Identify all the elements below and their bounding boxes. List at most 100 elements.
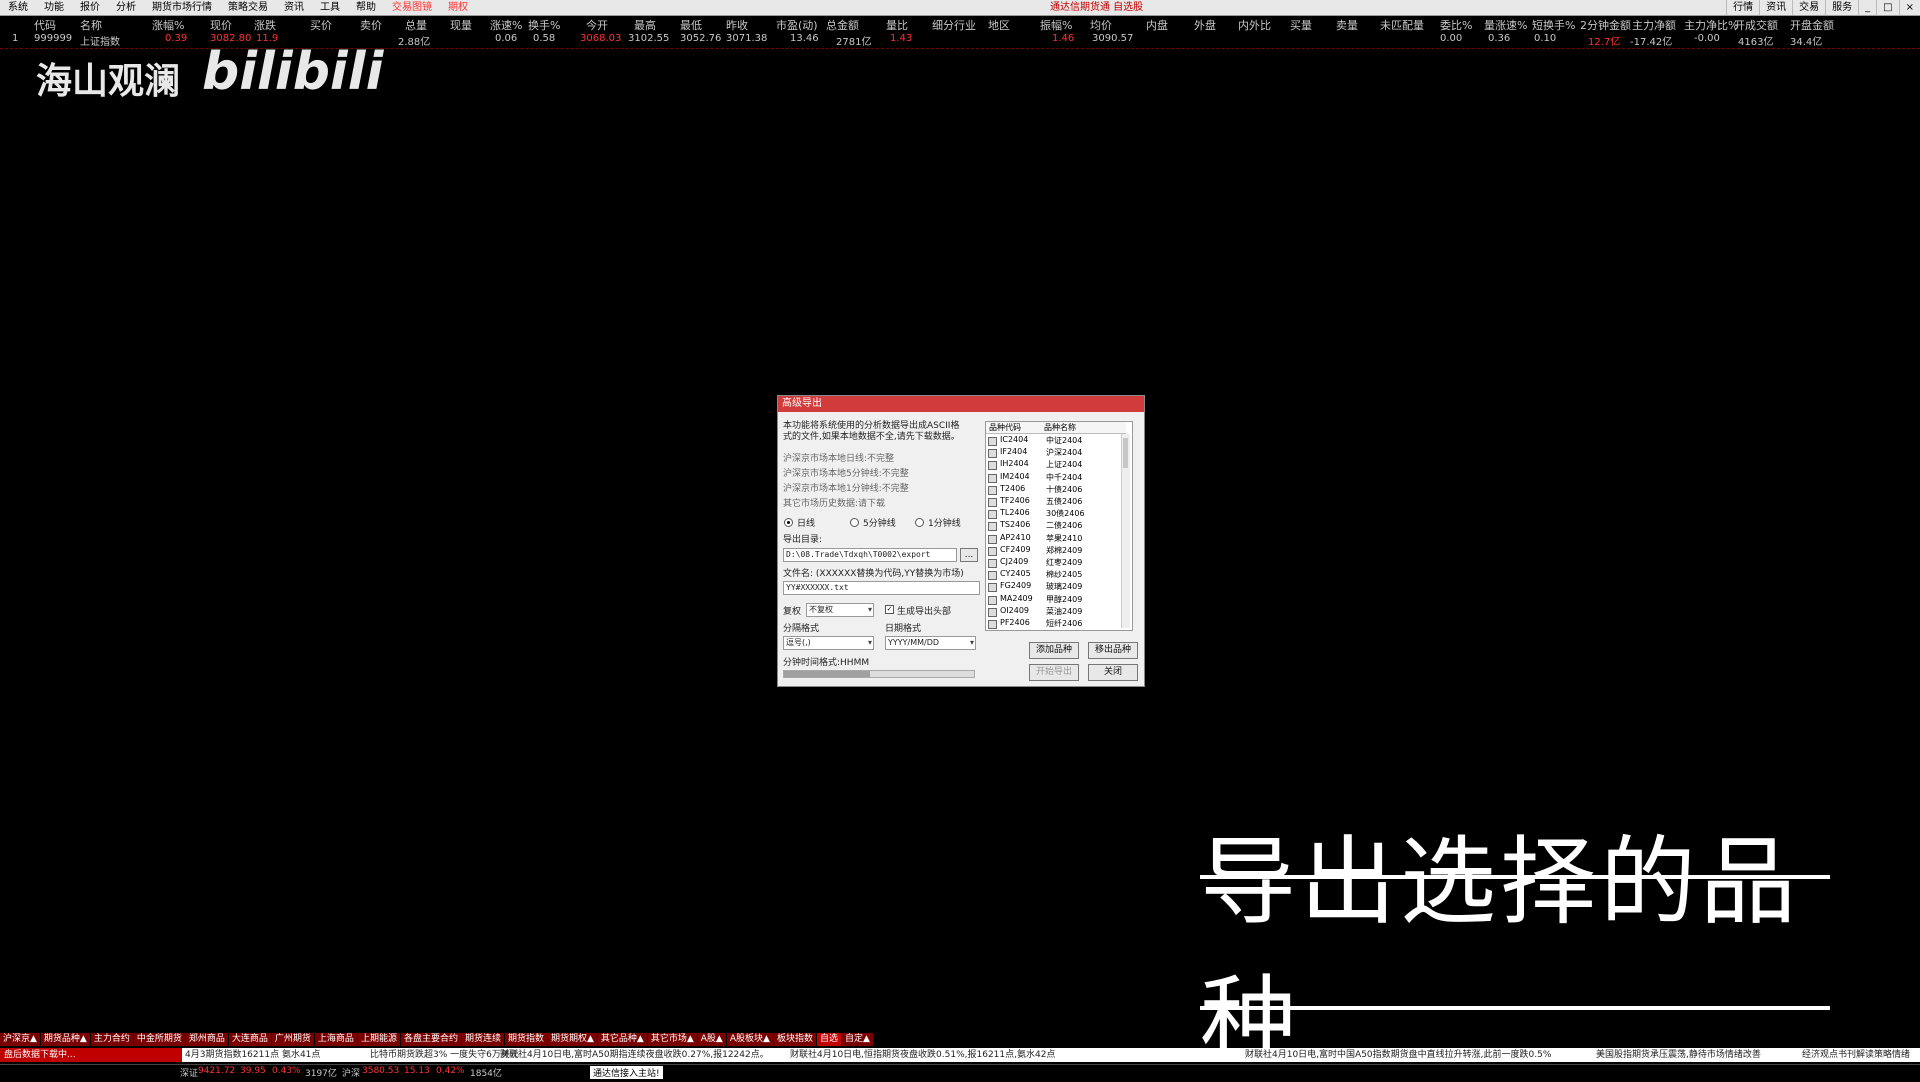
market-tab[interactable]: 主力合约 (90, 1033, 134, 1046)
column-header[interactable]: 外盘 (1194, 17, 1216, 33)
column-header[interactable]: 涨跌 (254, 17, 276, 33)
menu-right-news[interactable]: 资讯 (1759, 0, 1792, 15)
menu-analysis[interactable]: 分析 (108, 0, 144, 15)
news-item-6[interactable]: 美国股指期货承压震荡,静待市场情绪改善 (1596, 1048, 1761, 1062)
market-tab[interactable]: 期货期权▲ (548, 1033, 598, 1046)
index-a-label[interactable]: 深证 (180, 1066, 198, 1079)
minimize-button[interactable]: _ (1858, 0, 1876, 15)
news-item-5[interactable]: 财联社4月10日电,富时中国A50指数期货盘中直线拉升转涨,此前一度跌0.5% (1245, 1048, 1551, 1062)
symbol-checkbox-icon[interactable] (988, 473, 997, 483)
market-tab[interactable]: 期货指数 (504, 1033, 548, 1046)
remove-symbol-button[interactable]: 移出品种 (1088, 642, 1138, 659)
symbol-checkbox-icon[interactable] (988, 607, 997, 617)
symbol-checkbox-icon[interactable] (988, 522, 997, 532)
symbol-checkbox-icon[interactable] (988, 461, 997, 471)
column-header[interactable]: 买量 (1290, 17, 1312, 33)
symbol-list-item[interactable]: AP2410 苹果2410 (988, 533, 1124, 545)
browse-button[interactable]: ... (960, 548, 978, 562)
column-header[interactable]: 量涨速% (1484, 17, 1527, 33)
list-header-name[interactable]: 品种名称 (1044, 422, 1076, 433)
column-header[interactable]: 今开 (586, 17, 608, 33)
column-header[interactable]: 委比% (1440, 17, 1472, 33)
symbol-list-item[interactable]: OI2409 菜油2409 (988, 606, 1124, 618)
market-tab[interactable]: 其它市场▲ (647, 1033, 698, 1046)
symbol-checkbox-icon[interactable] (988, 437, 997, 446)
column-header[interactable]: 内盘 (1146, 17, 1168, 33)
list-scrollbar[interactable] (1121, 434, 1130, 628)
column-header[interactable]: 最高 (634, 17, 656, 33)
symbol-checkbox-icon[interactable] (988, 485, 997, 495)
market-tab[interactable]: 大连商品 (228, 1033, 272, 1046)
column-header[interactable]: 换手% (528, 17, 560, 33)
column-header[interactable]: 涨速% (490, 17, 522, 33)
fuquan-select[interactable]: 不复权 (806, 603, 874, 617)
column-header[interactable]: 开盘金额 (1790, 17, 1834, 33)
menu-system[interactable]: 系统 (0, 0, 36, 15)
symbol-checkbox-icon[interactable] (988, 583, 997, 593)
column-header[interactable]: 开成交额 (1734, 17, 1778, 33)
column-header[interactable]: 主力净比% (1684, 17, 1738, 33)
column-header[interactable]: 现价 (210, 17, 232, 33)
news-item-4[interactable]: 财联社4月10日电,恒指期货夜盘收跌0.51%,报16211点,氨水42点 (790, 1048, 1055, 1062)
menu-news[interactable]: 资讯 (276, 0, 312, 15)
menu-right-service[interactable]: 服务 (1825, 0, 1858, 15)
symbol-list-item[interactable]: TS2406 二债2406 (988, 520, 1124, 532)
news-item-3[interactable]: 财联社4月10日电,富时A50期指连续夜盘收跌0.27%,报12242点。 (500, 1048, 769, 1062)
add-symbol-button[interactable]: 添加品种 (1029, 642, 1079, 659)
symbol-list-item[interactable]: FG2409 玻璃2409 (988, 581, 1124, 593)
market-tab[interactable]: 其它品种▲ (597, 1033, 648, 1046)
symbol-list-item[interactable]: IC2404 中证2404 (988, 435, 1124, 447)
start-export-button[interactable]: 开始导出 (1029, 664, 1079, 681)
radio-1min[interactable] (915, 518, 924, 527)
menu-function[interactable]: 功能 (36, 0, 72, 15)
symbol-checkbox-icon[interactable] (988, 620, 997, 629)
date-select[interactable]: YYYY/MM/DD (885, 636, 976, 650)
column-header[interactable]: 市盈(动) (776, 17, 818, 33)
symbol-list-item[interactable]: TL2406 30债2406 (988, 508, 1124, 520)
radio-daily[interactable] (784, 518, 793, 527)
symbol-list-item[interactable]: T2406 十债2406 (988, 484, 1124, 496)
list-header-code[interactable]: 品种代码 (989, 422, 1021, 433)
menu-strategy[interactable]: 策略交易 (220, 0, 276, 15)
radio-5min[interactable] (850, 518, 859, 527)
market-tab[interactable]: 自选 (816, 1033, 842, 1046)
column-header[interactable]: 短换手% (1532, 17, 1575, 33)
column-header[interactable]: 买价 (310, 17, 332, 33)
symbol-checkbox-icon[interactable] (988, 546, 997, 556)
column-header[interactable]: 总金额 (826, 17, 859, 33)
market-tab[interactable]: 沪深京▲ (0, 1033, 41, 1046)
maximize-button[interactable]: □ (1876, 0, 1898, 15)
column-header[interactable]: 振幅% (1040, 17, 1072, 33)
market-tab[interactable]: 自定▲ (841, 1033, 874, 1046)
market-tab[interactable]: 上海商品 (314, 1033, 358, 1046)
symbol-checkbox-icon[interactable] (988, 571, 997, 581)
market-tab[interactable]: 上期能源 (357, 1033, 401, 1046)
column-header[interactable]: 地区 (988, 17, 1010, 33)
filename-input[interactable]: YY#XXXXXX.txt (783, 581, 980, 595)
market-tab[interactable]: 中金所期货 (133, 1033, 186, 1046)
menu-trade-mirror[interactable]: 交易图镜 (384, 0, 440, 15)
menu-options[interactable]: 期权 (440, 0, 476, 15)
column-header[interactable]: 总量 (405, 17, 427, 33)
market-tab[interactable]: 各盘主要合约 (400, 1033, 462, 1046)
symbol-list[interactable]: 品种代码 品种名称 IC2404 中证2404 IF2404 沪深2404 IH2404… (985, 421, 1133, 631)
symbol-checkbox-icon[interactable] (988, 559, 997, 568)
column-header[interactable]: 未匹配量 (1380, 17, 1424, 33)
index-b-label[interactable]: 沪深 (342, 1066, 360, 1079)
market-tab[interactable]: 板块指数 (773, 1033, 817, 1046)
news-item-2[interactable]: 比特币期货跌超3% 一度失守6万美元 (370, 1048, 519, 1062)
export-dir-input[interactable]: D:\08.Trade\Tdxqh\T0002\export (783, 548, 957, 562)
news-item-1[interactable]: 4月3期货指数16211点 氨水41点 (185, 1048, 320, 1062)
menu-futures[interactable]: 期货市场行情 (144, 0, 220, 15)
column-header[interactable]: 昨收 (726, 17, 748, 33)
menu-right-trade[interactable]: 交易 (1792, 0, 1825, 15)
header-checkbox[interactable]: ✓ (885, 605, 894, 614)
column-header[interactable]: 主力净额 (1632, 17, 1676, 33)
market-tab[interactable]: A股▲ (697, 1033, 727, 1046)
menu-tools[interactable]: 工具 (312, 0, 348, 15)
symbol-list-item[interactable]: CJ2409 红枣2409 (988, 557, 1124, 569)
close-window-button[interactable]: × (1898, 0, 1920, 15)
symbol-checkbox-icon[interactable] (988, 595, 997, 605)
column-header[interactable]: 最低 (680, 17, 702, 33)
list-scroll-thumb[interactable] (1123, 438, 1128, 468)
